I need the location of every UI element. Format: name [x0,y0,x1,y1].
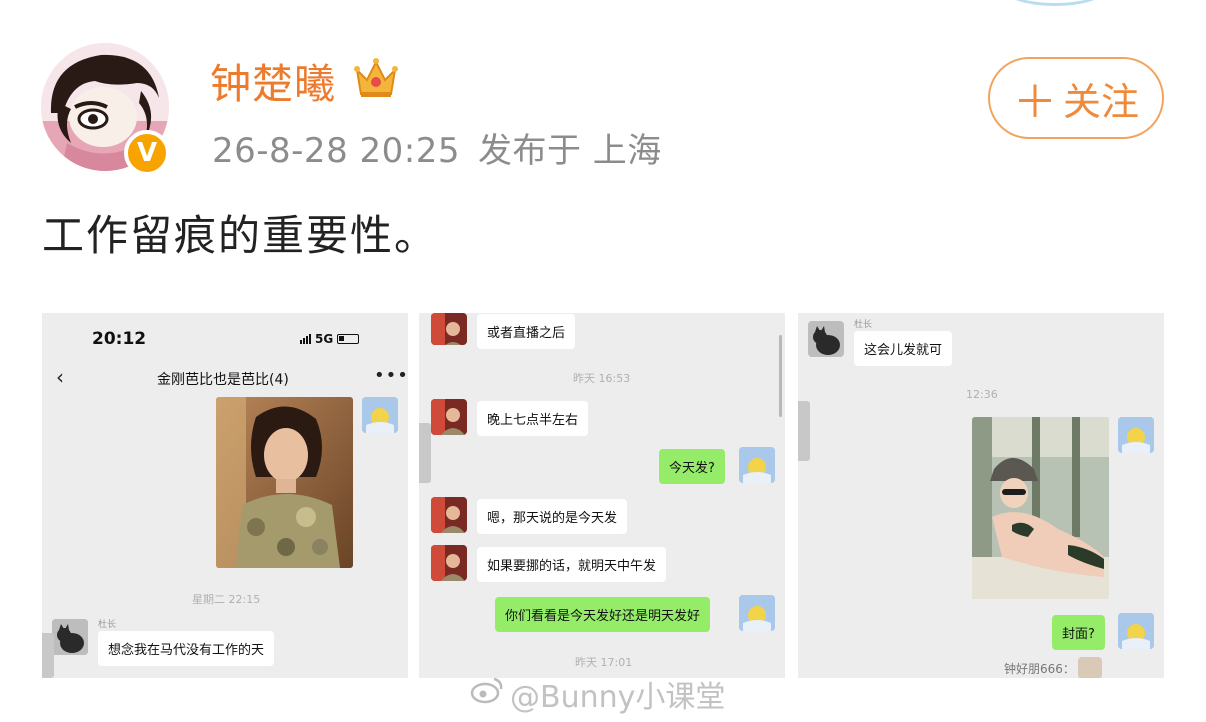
bottom-nickname: 钟好朋666： [1004,662,1075,676]
signal-icon [300,334,311,344]
side-handle[interactable] [419,423,431,483]
screenshot-panel-3[interactable]: 杜长 这会儿发就可 12:36 封面? 钟好朋666： [798,313,1164,678]
sender-avatar [431,497,467,533]
sender-avatar [431,399,467,435]
message-bubble: 嗯，那天说的是今天发 [477,499,628,534]
post-meta: 26-8-28 20:25 发布于 上海 [212,123,680,172]
chat-timestamp: 星期二 22:15 [192,593,261,606]
message-bubble-me: 今天发? [659,449,725,484]
scrollbar[interactable] [779,335,782,417]
username[interactable]: 钟楚曦 [210,50,336,110]
follow-label: 关注 [1062,79,1139,124]
screenshot-panel-1[interactable]: 20:12 5G ‹ 金刚芭比也是芭比(4) ••• 星期二 22:15 杜长 … [42,313,408,678]
post-location: 发布于 上海 [478,131,662,171]
decorative-arc [1000,0,1110,6]
watermark: @Bunny小课堂 [470,672,725,716]
post-timestamp: 26-8-28 20:25 [212,131,460,171]
chat-title: 金刚芭比也是芭比(4) [157,372,289,388]
plus-icon: ＋ [1012,77,1057,128]
my-avatar [1118,417,1154,453]
message-bubble-me: 封面? [1052,615,1105,650]
follow-button[interactable]: ＋ 关注 [988,57,1164,139]
message-bubble: 晚上七点半左右 [477,401,589,436]
sender-nickname: 杜长 [854,320,873,330]
sender-avatar [808,321,844,357]
message-bubble: 如果要挪的话，就明天中午发 [477,547,667,582]
verified-badge-icon: V [124,130,170,176]
my-avatar [1118,613,1154,649]
chat-timestamp: 昨天 17:01 [575,656,633,669]
battery-icon [337,334,360,344]
message-bubble: 或者直播之后 [477,314,576,349]
network-label: 5G [315,332,334,346]
my-avatar [739,447,775,483]
weibo-icon [470,675,504,713]
more-icon[interactable]: ••• [374,365,408,386]
watermark-text: @Bunny小课堂 [510,680,726,715]
chat-photo[interactable] [972,417,1109,599]
bottom-avatar [1078,657,1102,678]
side-handle[interactable] [798,401,810,461]
message-bubble: 想念我在马代没有工作的天 [98,631,275,666]
sender-avatar [431,545,467,581]
sender-nickname: 杜长 [98,620,117,630]
post-text: 工作留痕的重要性。 [42,211,439,260]
chat-photo[interactable] [216,397,353,568]
chat-timestamp: 昨天 16:53 [573,372,631,385]
status-time: 20:12 [92,329,147,349]
my-avatar [362,397,398,433]
back-icon[interactable]: ‹ [56,365,64,389]
crown-icon [351,54,401,100]
chat-timestamp: 12:36 [966,388,998,401]
message-bubble-me: 你们看看是今天发好还是明天发好 [495,597,711,632]
sender-avatar [52,619,88,655]
message-bubble: 这会儿发就可 [854,331,953,366]
sender-avatar [431,313,467,345]
screenshot-panel-2[interactable]: 或者直播之后 昨天 16:53 晚上七点半左右 今天发? 嗯，那天说的是今天发 … [419,313,785,678]
status-icons: 5G [300,332,360,346]
my-avatar [739,595,775,631]
side-handle[interactable] [42,633,54,678]
